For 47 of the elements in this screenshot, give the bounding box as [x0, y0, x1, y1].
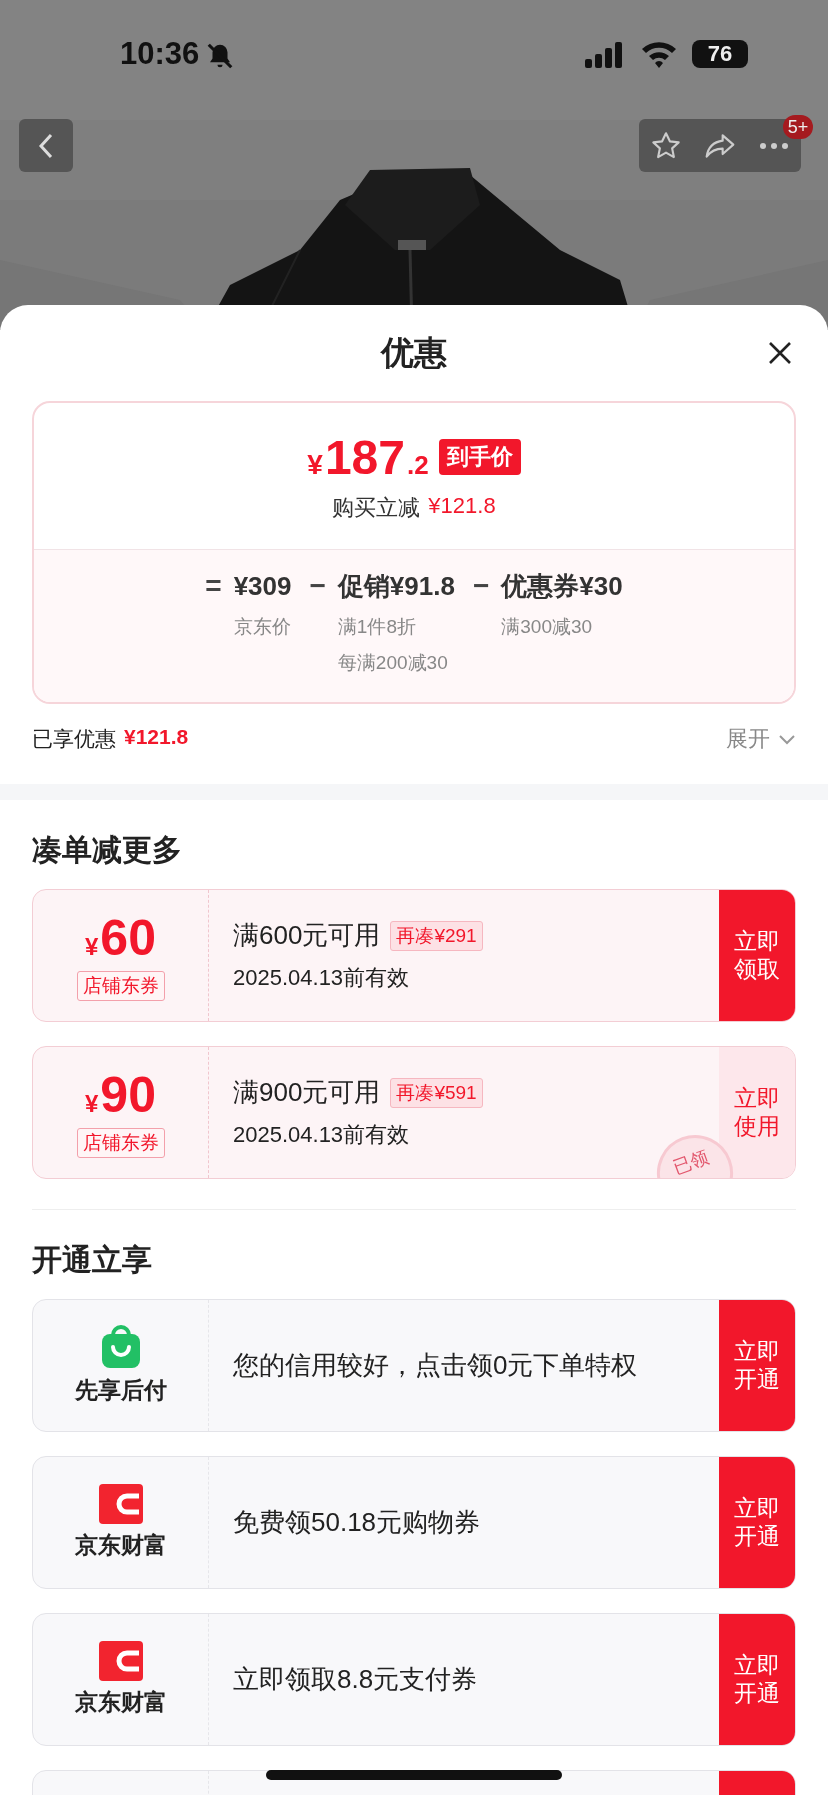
gap-tag: 再凑¥591 [390, 1077, 483, 1108]
price-component: 促销¥91.8 [337, 570, 455, 603]
activate-button[interactable]: 立即开通 [719, 1614, 795, 1745]
offer-text: 免费领50.18元购物券 [233, 1506, 482, 1539]
gap-tag: 再凑¥291 [390, 920, 483, 951]
service-name: 京东财富 [74, 1688, 167, 1717]
currency-symbol: ¥ [307, 448, 323, 481]
service-name: 先享后付 [74, 1376, 167, 1405]
section-title: 凑单减更多 [31, 832, 183, 868]
operator: = [205, 569, 222, 603]
coupon-condition: 满900元可用 [233, 1076, 381, 1109]
coupon-condition: 满600元可用 [233, 919, 381, 952]
coupon-action-button[interactable]: 立即使用 [719, 1047, 795, 1178]
battery-icon: 76 [692, 40, 748, 68]
price-decimal: .2 [407, 449, 429, 481]
coupon-type-tag: 店铺东券 [76, 1127, 165, 1158]
sheet-title: 优惠 [381, 332, 447, 373]
section-title: 开通立享 [31, 1242, 153, 1278]
coupon-type-tag: 店铺东券 [76, 970, 165, 1001]
price-component: 优惠券¥30 [501, 570, 623, 603]
operator: − [472, 569, 490, 603]
component-note: 满300减30 [501, 615, 594, 639]
coupon-validity: 2025.04.13前有效 [233, 1121, 411, 1149]
offer-text: 您的信用较好，点击领0元下单特权 [233, 1349, 639, 1382]
offer-text: 立即领取8.8元支付券 [233, 1663, 479, 1696]
component-note: 每满200减30 [337, 651, 449, 675]
savings-amount: ¥121.8 [428, 492, 496, 520]
coupon-action-button[interactable]: 立即领取 [719, 890, 795, 1021]
price-component: ¥309 [233, 570, 292, 603]
expand-toggle[interactable]: 展开 [726, 724, 796, 754]
component-note: 满1件8折 [337, 615, 417, 639]
final-price: 187 [324, 429, 405, 485]
activate-button[interactable]: 立即开通 [719, 1457, 795, 1588]
coupon-validity: 2025.04.13前有效 [233, 964, 411, 992]
coupon-amount: 60 [100, 910, 156, 965]
component-note: 京东价 [233, 615, 292, 639]
currency-symbol: ¥ [85, 1089, 99, 1118]
savings-label: 购买立减 [332, 493, 421, 522]
discount-amount: ¥121.8 [124, 725, 189, 750]
operator: − [309, 569, 326, 603]
activate-button[interactable]: 立即开通 [719, 1300, 795, 1431]
price-tag: 到手价 [438, 439, 521, 475]
discount-label: 已享优惠 [32, 726, 116, 752]
service-name: 京东财富 [74, 1531, 167, 1560]
currency-symbol: ¥ [85, 932, 99, 961]
coupon-amount: 90 [100, 1067, 156, 1122]
status-time: 10:36 [120, 36, 200, 72]
